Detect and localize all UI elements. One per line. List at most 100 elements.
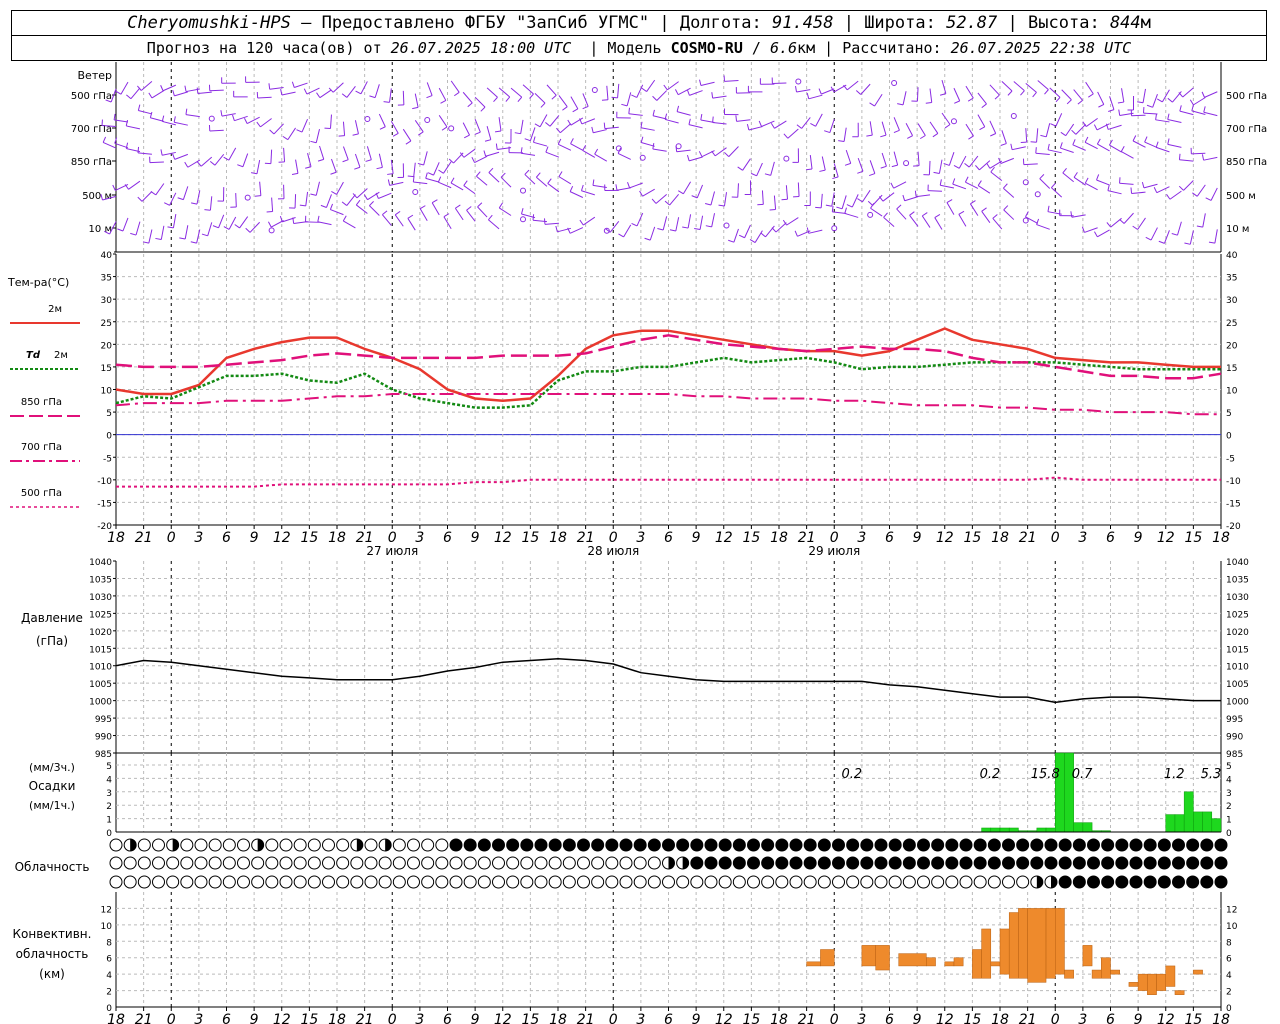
- cloud-octa-circle: [364, 875, 378, 889]
- cloud-octa-circle: [463, 838, 477, 852]
- wind-barb-feather: [909, 211, 915, 216]
- cloud-octa-circle: [1030, 856, 1044, 870]
- wind-barb: [904, 196, 919, 202]
- calm-wind-circle: [520, 216, 527, 223]
- wind-barb-feather: [1153, 187, 1158, 193]
- wind-barb-feather: [958, 210, 965, 215]
- wind-barb-feather: [694, 227, 701, 231]
- wind-barb-feather: [1205, 197, 1212, 201]
- cloud-octa-circle: [435, 838, 449, 852]
- pressure-ytick-label: 1015: [89, 645, 112, 655]
- wind-barb: [941, 112, 951, 125]
- wind-barb: [1144, 141, 1158, 149]
- cloud-octa-circle: [237, 838, 250, 852]
- wind-barb-feather: [1137, 101, 1144, 104]
- wind-barb-feather: [970, 200, 976, 205]
- cloud-octa-circle: [1214, 856, 1228, 870]
- wind-barb: [498, 87, 511, 98]
- cloud-octa-circle: [860, 838, 874, 852]
- cloud-octa-circle: [392, 838, 406, 852]
- cloud-octa-circle: [1157, 856, 1171, 870]
- wind-barb-feather: [644, 237, 651, 241]
- wind-barb-feather: [1155, 113, 1158, 120]
- wind-barb: [342, 121, 346, 136]
- wind-barb-feather: [1158, 240, 1165, 244]
- wind-barb-feather: [964, 162, 970, 168]
- cloud-octa-circle: [208, 856, 222, 870]
- temp-time-label: 15: [1184, 530, 1202, 546]
- precip-ytick-label-right: 1: [1226, 816, 1232, 826]
- wind-barb-feather: [545, 122, 551, 127]
- wind-barb: [1177, 221, 1182, 236]
- temp-ytick-label: 35: [101, 274, 112, 284]
- conv-time-label: 18: [1212, 1012, 1230, 1024]
- calm-wind-circle: [795, 78, 802, 85]
- wind-barb-feather: [686, 89, 690, 96]
- temp-ytick-label: 0: [106, 432, 112, 442]
- wind-barb: [306, 87, 320, 95]
- wind-barb-feather: [922, 212, 928, 217]
- wind-barb-feather: [1117, 101, 1124, 104]
- cloud-octa-circle: [449, 856, 463, 870]
- cloud-octa-circle: [407, 838, 420, 852]
- wind-barb: [1047, 149, 1062, 154]
- wind-barb-feather: [125, 119, 129, 127]
- wind-barb: [169, 192, 177, 206]
- cloud-octa-circle: [152, 856, 165, 870]
- wind-barb-feather: [977, 180, 982, 186]
- wind-barb: [130, 87, 141, 100]
- temp-ytick-label-right: -10: [1226, 477, 1241, 487]
- wind-barb-feather: [394, 210, 401, 216]
- wind-barb: [1045, 123, 1051, 137]
- wind-level-label-right: 500 м: [1226, 191, 1256, 202]
- cloud-octa-circle: [1072, 875, 1086, 889]
- wind-barb-feather: [746, 124, 750, 131]
- wind-barb-feather: [855, 90, 862, 95]
- wind-level-label-right: 10 м: [1226, 224, 1249, 235]
- cloud-octa-circle: [265, 856, 279, 870]
- wind-barb-feather: [1084, 136, 1089, 143]
- wind-barb-feather: [1047, 143, 1050, 150]
- temp-date-label: 27 июля: [366, 544, 418, 558]
- wind-barb: [1109, 96, 1115, 110]
- cloud-octa-circle: [888, 838, 902, 852]
- wind-barb: [581, 118, 596, 125]
- wind-barb-feather: [440, 100, 447, 104]
- wind-barb-feather: [173, 116, 176, 123]
- wind-barb-feather: [474, 131, 481, 135]
- wind-barb-feather: [698, 151, 703, 157]
- wind-barb-feather: [934, 214, 941, 218]
- cloud-octa-circle: [973, 838, 987, 852]
- legend-t2m-label: 2м: [48, 304, 62, 315]
- wind-barb-feather: [342, 215, 347, 222]
- wind-barb: [1167, 143, 1182, 148]
- pressure-ytick-label-right: 1010: [1226, 663, 1249, 673]
- wind-barb: [1119, 182, 1134, 185]
- wind-barb-feather: [177, 197, 184, 201]
- wind-barb-feather: [532, 214, 535, 221]
- wind-barb: [958, 155, 967, 169]
- wind-barb: [1143, 183, 1158, 189]
- temp-time-label: 9: [692, 530, 701, 546]
- wind-barb: [874, 93, 883, 107]
- cloud-octa-circle: [237, 856, 250, 870]
- wind-barb: [905, 123, 914, 136]
- wind-barb-feather: [866, 134, 873, 137]
- wind-barb-feather: [150, 191, 157, 196]
- wind-barb: [342, 146, 349, 160]
- wind-barb-feather: [728, 239, 735, 243]
- precip-ytick-label-right: 3: [1226, 789, 1232, 799]
- cloud-octa-circle: [137, 856, 151, 870]
- wind-barb-feather: [291, 172, 299, 175]
- conv-time-label: 21: [798, 1012, 816, 1024]
- wind-barb-feather: [933, 171, 940, 174]
- wind-barb: [728, 146, 739, 157]
- wind-barb: [174, 91, 188, 97]
- conv-ytick-label: 2: [106, 988, 112, 998]
- cloud-octa-circle: [619, 838, 633, 852]
- cloud-octa-circle: [1214, 838, 1228, 852]
- wind-barb-feather: [201, 233, 208, 237]
- wind-barb-feather: [869, 173, 876, 177]
- wind-barb-feather: [569, 185, 574, 192]
- cloud-octa-circle: [392, 856, 406, 870]
